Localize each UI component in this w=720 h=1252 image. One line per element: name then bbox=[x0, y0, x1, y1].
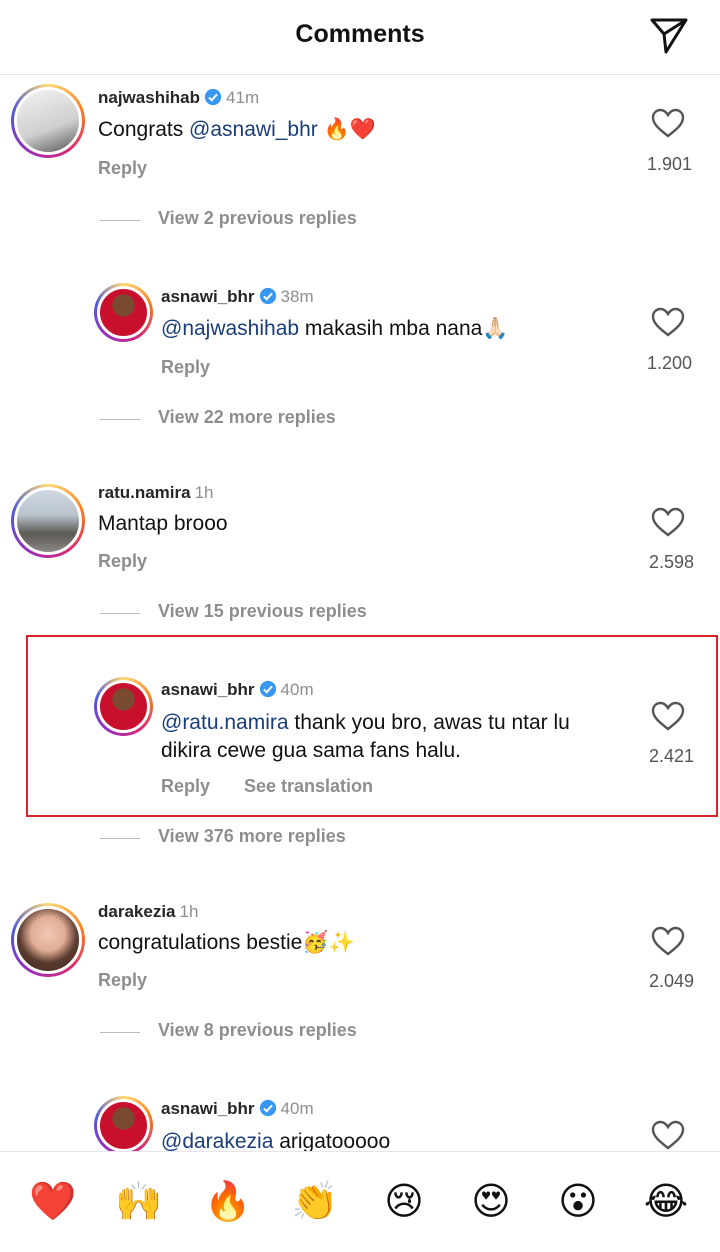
comment-text: @ratu.namira thank you bro, awas tu ntar… bbox=[161, 711, 570, 734]
see-translation-button[interactable]: See translation bbox=[244, 776, 373, 797]
mention-link[interactable]: @asnawi_bhr bbox=[189, 118, 318, 141]
avatar[interactable] bbox=[94, 1096, 153, 1155]
divider bbox=[100, 613, 140, 614]
emoji-heart-eyes-button[interactable]: 😍 bbox=[461, 1180, 521, 1224]
reply-button[interactable]: Reply bbox=[161, 776, 210, 797]
emoji-crying-button[interactable]: 😢 bbox=[374, 1180, 434, 1224]
emoji-fire-button[interactable]: 🔥 bbox=[198, 1180, 258, 1224]
page-title: Comments bbox=[295, 20, 425, 48]
header: Comments bbox=[0, 0, 720, 75]
like-count: 2.049 bbox=[648, 971, 694, 991]
emoji-raised-hands-button[interactable]: 🙌 bbox=[109, 1180, 169, 1224]
verified-badge-icon bbox=[259, 287, 276, 305]
heart-icon[interactable] bbox=[651, 1120, 685, 1150]
heart-icon[interactable] bbox=[651, 307, 685, 337]
mention-link[interactable]: @darakezia bbox=[161, 1130, 273, 1153]
verified-badge-icon bbox=[204, 88, 222, 106]
comment-username[interactable]: ratu.namira 1h bbox=[98, 483, 214, 503]
heart-icon[interactable] bbox=[651, 701, 685, 731]
verified-badge-icon bbox=[259, 680, 276, 698]
emoji-heart-button[interactable]: ❤️ bbox=[23, 1180, 83, 1224]
comment-text: congratulations bestie🥳✨ bbox=[98, 931, 355, 954]
comment-text: @najwashihab makasih mba nana🙏🏻 bbox=[161, 317, 509, 340]
reply-button[interactable]: Reply bbox=[98, 158, 147, 179]
emoji-surprised-button[interactable]: 😮 bbox=[548, 1180, 608, 1224]
like-count: 2.598 bbox=[648, 552, 694, 572]
mention-link[interactable]: @ratu.namira bbox=[161, 711, 289, 734]
like-count: 1.200 bbox=[646, 353, 692, 373]
avatar[interactable] bbox=[11, 84, 85, 158]
verified-badge-icon bbox=[259, 1099, 276, 1117]
comment-text: Mantap brooo bbox=[98, 512, 228, 535]
paper-plane-icon[interactable] bbox=[646, 12, 690, 56]
avatar[interactable] bbox=[94, 283, 153, 342]
reply-button[interactable]: Reply bbox=[98, 970, 147, 991]
reply-button[interactable]: Reply bbox=[98, 551, 147, 572]
comment-username[interactable]: asnawi_bhr 40m bbox=[161, 680, 314, 700]
comment-text-continued: dikira cewe gua sama fans halu. bbox=[161, 739, 461, 762]
comment-username[interactable]: najwashihab 41m bbox=[98, 88, 259, 108]
emoji-reaction-bar: ❤️ 🙌 🔥 👏 😢 😍 😮 😂 bbox=[0, 1151, 720, 1252]
comment-username[interactable]: darakezia 1h bbox=[98, 902, 198, 922]
avatar[interactable] bbox=[11, 484, 85, 558]
emoji-clap-button[interactable]: 👏 bbox=[285, 1180, 345, 1224]
heart-icon[interactable] bbox=[651, 926, 685, 956]
heart-icon[interactable] bbox=[651, 108, 685, 138]
comment-username[interactable]: asnawi_bhr 38m bbox=[161, 287, 314, 307]
divider bbox=[100, 1032, 140, 1033]
divider bbox=[100, 220, 140, 221]
comment-text: Congrats @asnawi_bhr 🔥❤️ bbox=[98, 118, 376, 141]
heart-icon[interactable] bbox=[651, 507, 685, 537]
like-count: 2.421 bbox=[648, 746, 694, 766]
divider bbox=[100, 419, 140, 420]
divider bbox=[100, 838, 140, 839]
like-count: 1.901 bbox=[646, 154, 692, 174]
avatar[interactable] bbox=[11, 903, 85, 977]
avatar[interactable] bbox=[94, 677, 153, 736]
comment-username[interactable]: asnawi_bhr 40m bbox=[161, 1099, 314, 1119]
emoji-laughing-button[interactable]: 😂 bbox=[636, 1180, 696, 1224]
mention-link[interactable]: @najwashihab bbox=[161, 317, 299, 340]
reply-button[interactable]: Reply bbox=[161, 357, 210, 378]
